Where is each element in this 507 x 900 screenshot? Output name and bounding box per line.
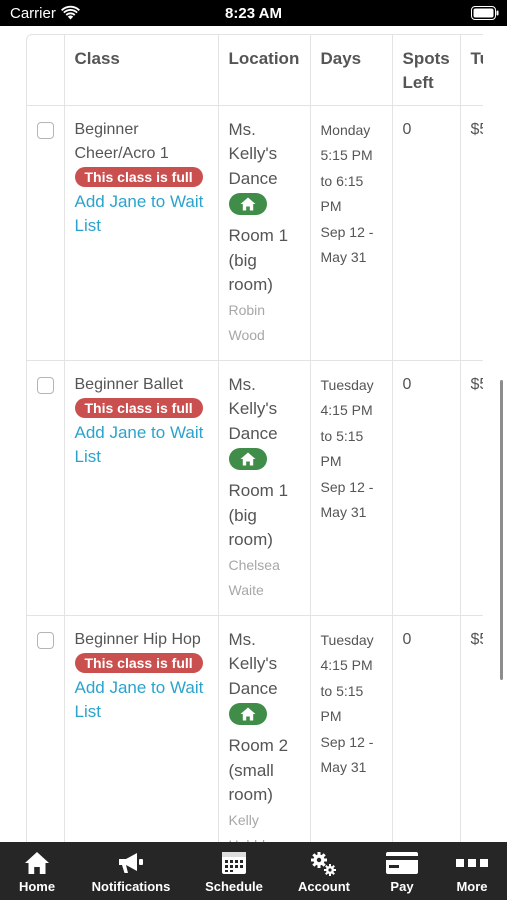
home-icon (25, 852, 49, 874)
class-dates: Sep 12 - May 31 (320, 223, 374, 266)
select-cell (27, 105, 65, 361)
class-list-scroll-area[interactable]: Class Location Days Spots Left Tu Beginn… (0, 26, 507, 842)
tab-label: Schedule (205, 879, 263, 894)
table-row: Beginner Ballet This class is full Add J… (27, 360, 483, 616)
class-full-badge: This class is full (74, 166, 203, 187)
class-day: Tuesday (320, 631, 374, 648)
class-full-badge: This class is full (74, 397, 203, 418)
class-cell: Beginner Ballet This class is full Add J… (64, 360, 219, 616)
room-name: Room 1 (big room) (228, 226, 289, 294)
tab-label: Pay (390, 879, 414, 894)
tab-notifications[interactable]: Notifications (84, 842, 178, 900)
select-cell (27, 360, 65, 616)
table-row: Beginner Hip Hop This class is full Add … (27, 615, 483, 842)
column-header-location: Location (218, 35, 311, 106)
more-icon (456, 859, 488, 867)
days-cell: Monday 5:15 PM to 6:15 PM Sep 12 - May 3… (310, 105, 393, 361)
select-column-header (27, 35, 65, 106)
tab-pay[interactable]: Pay (370, 842, 434, 900)
class-table: Class Location Days Spots Left Tu Beginn… (27, 35, 483, 842)
location-name: Ms. Kelly's Dance (228, 374, 278, 443)
home-icon (240, 452, 255, 466)
class-table-container: Class Location Days Spots Left Tu Beginn… (26, 34, 483, 842)
select-cell (27, 615, 65, 842)
tab-home[interactable]: Home (0, 842, 74, 900)
class-name: Beginner Ballet (74, 375, 184, 393)
class-cell: Beginner Cheer/Acro 1 This class is full… (64, 105, 219, 361)
class-day: Monday (320, 121, 371, 138)
bottom-tab-bar: Home Notifications Schedule Account Pay … (0, 842, 507, 900)
column-header-tuition: Tu (460, 35, 483, 106)
tuition-cell: $5 (460, 360, 483, 616)
status-bar: Carrier 8:23 AM (0, 0, 507, 26)
battery-icon (471, 6, 499, 20)
class-dates: Sep 12 - May 31 (320, 478, 374, 521)
class-cell: Beginner Hip Hop This class is full Add … (64, 615, 219, 842)
clock: 8:23 AM (225, 5, 282, 22)
class-checkbox[interactable] (37, 631, 54, 649)
tab-label: Account (298, 879, 350, 894)
spots-left-cell: 0 (392, 105, 461, 361)
tab-account[interactable]: Account (288, 842, 360, 900)
instructor-name: Robin Wood (228, 301, 266, 343)
tab-label: More (456, 879, 488, 894)
class-time: 4:15 PM to 5:15 PM (320, 402, 373, 470)
tuition-cell: $5 (460, 105, 483, 361)
column-header-class: Class (64, 35, 219, 106)
location-home-badge (228, 703, 267, 725)
tuition-cell: $5 (460, 615, 483, 842)
calendar-icon (222, 852, 246, 874)
class-checkbox[interactable] (37, 121, 54, 139)
location-name: Ms. Kelly's Dance (228, 629, 278, 698)
class-time: 4:15 PM to 5:15 PM (320, 657, 373, 725)
class-name: Beginner Hip Hop (74, 630, 201, 648)
home-icon (240, 707, 255, 721)
add-to-wait-list-link[interactable]: Add Jane to Wait List (75, 190, 208, 238)
class-name: Beginner Cheer/Acro 1 (74, 120, 169, 162)
class-day: Tuesday (320, 376, 374, 393)
table-header-row: Class Location Days Spots Left Tu (27, 35, 483, 106)
gears-icon (311, 852, 336, 876)
add-to-wait-list-link[interactable]: Add Jane to Wait List (75, 676, 208, 724)
tab-label: Home (18, 879, 56, 894)
location-cell: Ms. Kelly's Dance Room 2 (small room) Ke… (218, 615, 311, 843)
tab-more[interactable]: More (442, 842, 502, 900)
add-to-wait-list-link[interactable]: Add Jane to Wait List (75, 421, 208, 469)
class-full-badge: This class is full (74, 652, 203, 673)
tab-schedule[interactable]: Schedule (194, 842, 274, 900)
class-checkbox[interactable] (37, 376, 54, 394)
vertical-scrollbar[interactable] (500, 380, 503, 680)
spots-left-cell: 0 (392, 615, 461, 842)
instructor-name: Kelly Hubble (228, 811, 273, 843)
class-time: 5:15 PM to 6:15 PM (320, 147, 373, 215)
home-icon (240, 197, 255, 211)
location-home-badge (228, 448, 267, 470)
days-cell: Tuesday 4:15 PM to 5:15 PM Sep 12 - May … (310, 360, 393, 616)
tab-label: Notifications (91, 879, 171, 894)
spots-left-cell: 0 (392, 360, 461, 616)
location-home-badge (228, 193, 267, 215)
room-name: Room 1 (big room) (228, 481, 289, 549)
room-name: Room 2 (small room) (228, 736, 289, 804)
credit-card-icon (386, 852, 418, 874)
instructor-name: Chelsea Waite (228, 556, 280, 598)
column-header-spots-left: Spots Left (392, 35, 461, 106)
location-name: Ms. Kelly's Dance (228, 119, 278, 188)
table-row: Beginner Cheer/Acro 1 This class is full… (27, 105, 483, 361)
days-cell: Tuesday 4:15 PM to 5:15 PM Sep 12 - May … (310, 615, 393, 842)
location-cell: Ms. Kelly's Dance Room 1 (big room) Chel… (218, 360, 311, 616)
class-dates: Sep 12 - May 31 (320, 733, 374, 776)
column-header-days: Days (310, 35, 393, 106)
megaphone-icon (119, 853, 143, 873)
location-cell: Ms. Kelly's Dance Room 1 (big room) Robi… (218, 105, 311, 361)
